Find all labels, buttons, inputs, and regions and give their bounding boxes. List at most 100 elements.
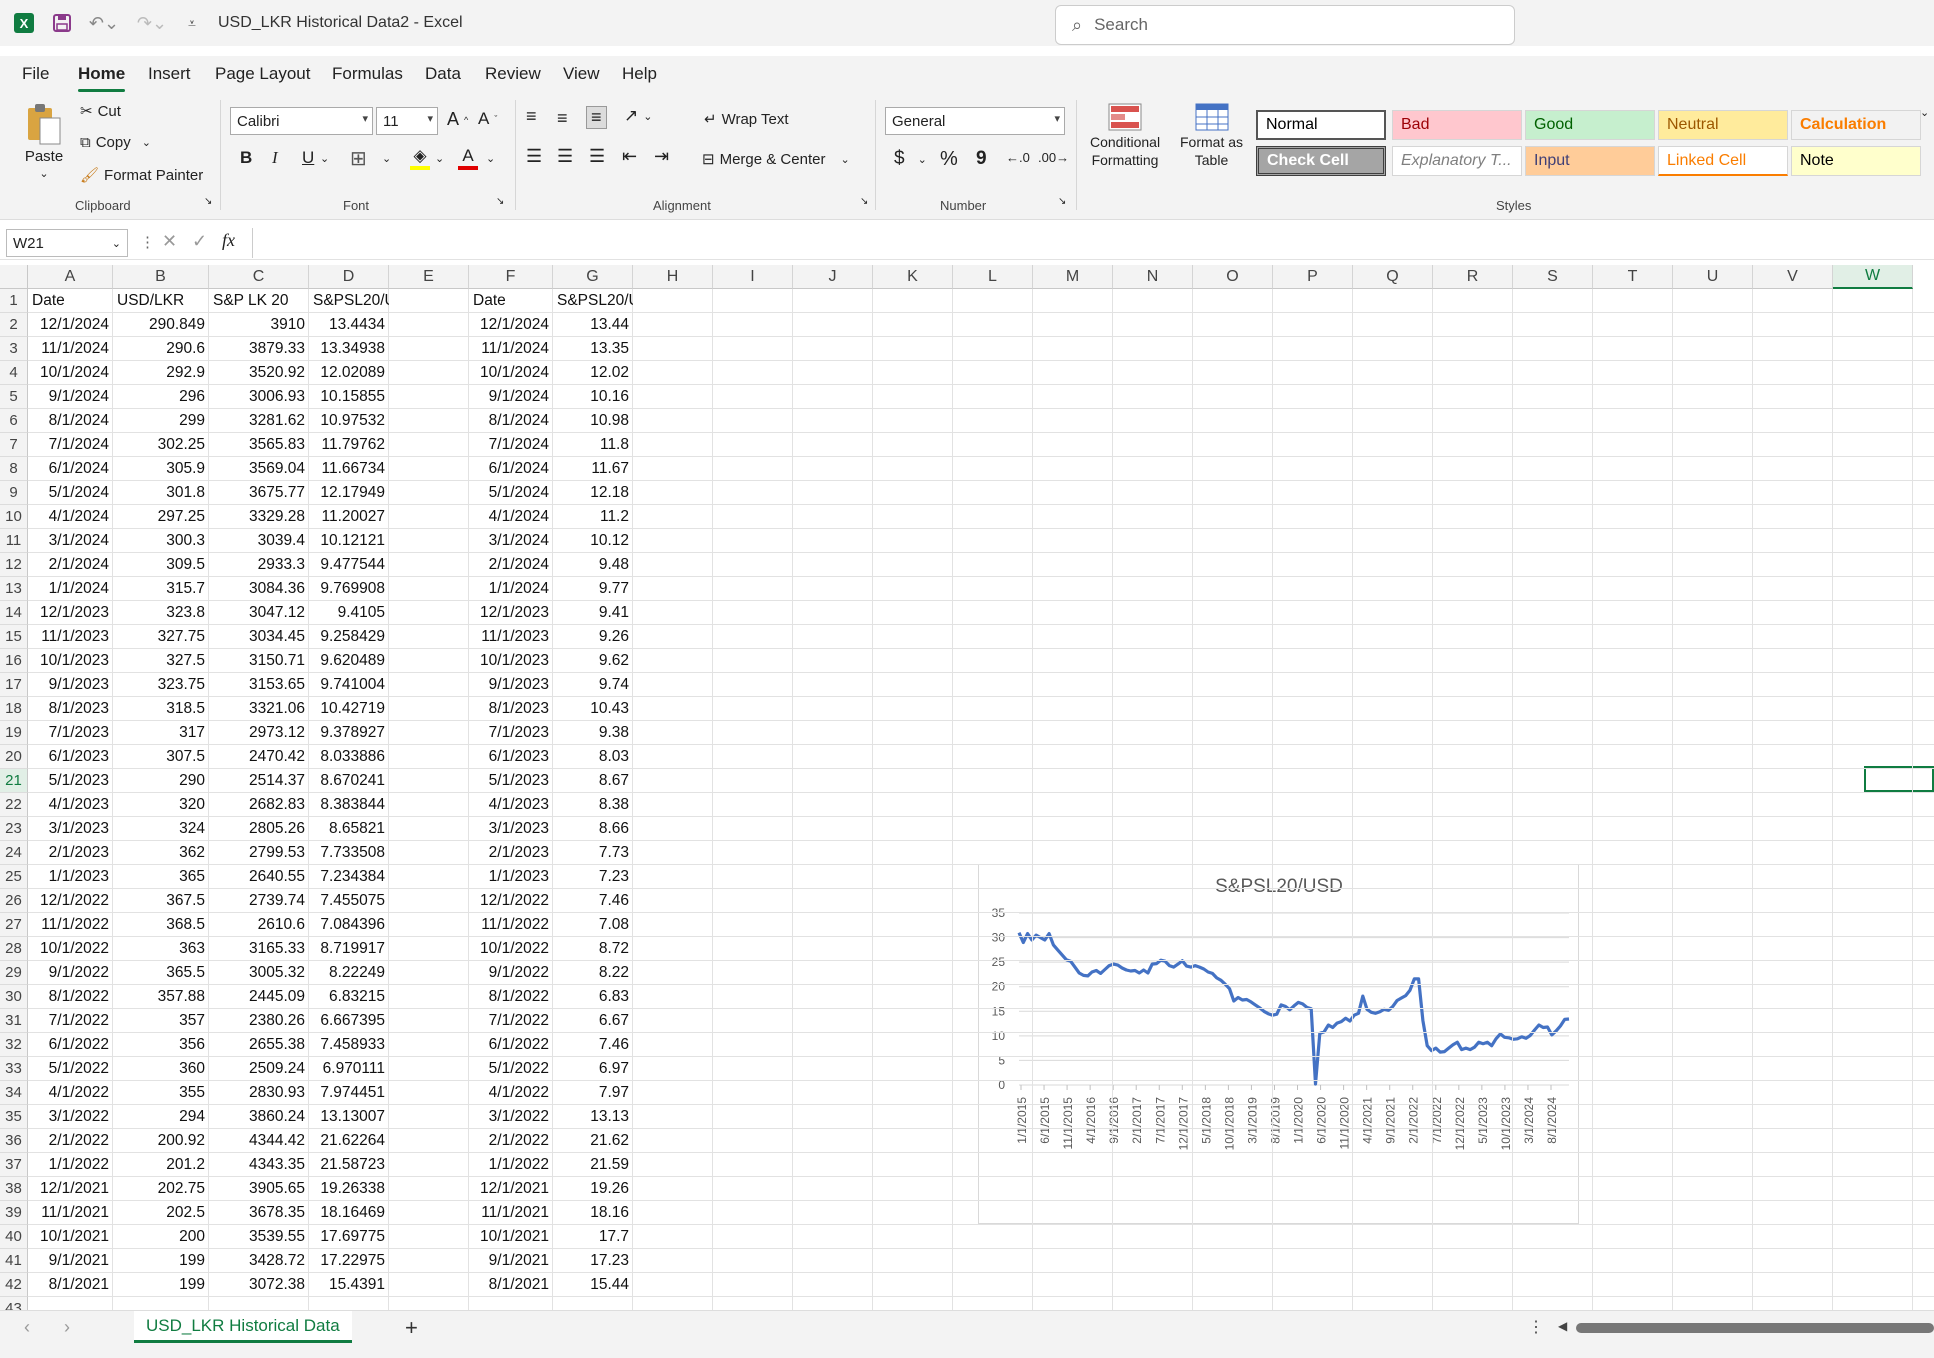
next-sheet-icon[interactable]: › <box>64 1317 70 1338</box>
cell-b33[interactable]: 360 <box>113 1057 209 1081</box>
row-header-33[interactable]: 33 <box>0 1057 28 1081</box>
cell-g42[interactable]: 15.44 <box>553 1273 633 1297</box>
cell-g29[interactable]: 8.22 <box>553 961 633 985</box>
cell-a26[interactable]: 12/1/2022 <box>28 889 113 913</box>
row-header-30[interactable]: 30 <box>0 985 28 1009</box>
column-header-h[interactable]: H <box>633 265 713 289</box>
cell-a29[interactable]: 9/1/2022 <box>28 961 113 985</box>
row-header-12[interactable]: 12 <box>0 553 28 577</box>
cell-d2[interactable]: 13.4434 <box>309 313 389 337</box>
style-input[interactable]: Input <box>1525 146 1655 176</box>
redo-icon[interactable]: ↷⌄ <box>134 8 170 38</box>
cell-a16[interactable]: 10/1/2023 <box>28 649 113 673</box>
decrease-font-size-icon[interactable]: Aˇ <box>478 109 497 129</box>
cell-b8[interactable]: 305.9 <box>113 457 209 481</box>
cell-c30[interactable]: 2445.09 <box>209 985 309 1009</box>
cell-f29[interactable]: 9/1/2022 <box>469 961 553 985</box>
row-header-7[interactable]: 7 <box>0 433 28 457</box>
cell-a31[interactable]: 7/1/2022 <box>28 1009 113 1033</box>
style-note[interactable]: Note <box>1791 146 1921 176</box>
cell-f11[interactable]: 3/1/2024 <box>469 529 553 553</box>
paste-button[interactable]: Paste ⌄ <box>24 102 64 180</box>
increase-indent-icon[interactable]: ⇥ <box>654 146 669 167</box>
borders-chevron-icon[interactable]: ⌄ <box>382 152 391 165</box>
cell-b14[interactable]: 323.8 <box>113 601 209 625</box>
cell-f25[interactable]: 1/1/2023 <box>469 865 553 889</box>
column-header-u[interactable]: U <box>1673 265 1753 289</box>
row-header-24[interactable]: 24 <box>0 841 28 865</box>
column-header-r[interactable]: R <box>1433 265 1513 289</box>
row-header-10[interactable]: 10 <box>0 505 28 529</box>
cell-f18[interactable]: 8/1/2023 <box>469 697 553 721</box>
cell-g2[interactable]: 13.44 <box>553 313 633 337</box>
row-header-18[interactable]: 18 <box>0 697 28 721</box>
worksheet-grid[interactable]: S&PSL20/USD 0 5 10 15 20 25 30 35 1/1/2015 6/1/201… <box>0 265 1934 1310</box>
number-format-select[interactable]: General ▾ <box>885 107 1065 135</box>
cell-a21[interactable]: 5/1/2023 <box>28 769 113 793</box>
cell-g17[interactable]: 9.74 <box>553 673 633 697</box>
menu-insert[interactable]: Insert <box>148 64 191 84</box>
horizontal-scrollbar[interactable] <box>1576 1323 1934 1333</box>
cell-g23[interactable]: 8.66 <box>553 817 633 841</box>
cell-d17[interactable]: 9.741004 <box>309 673 389 697</box>
cell-d1[interactable]: S&PSL20/USD <box>309 289 389 313</box>
align-top-icon[interactable]: ≡ <box>526 106 537 127</box>
cell-f22[interactable]: 4/1/2023 <box>469 793 553 817</box>
column-header-a[interactable]: A <box>28 265 113 289</box>
formula-input[interactable] <box>252 228 1934 258</box>
column-header-m[interactable]: M <box>1033 265 1113 289</box>
cell-b11[interactable]: 300.3 <box>113 529 209 553</box>
cell-f10[interactable]: 4/1/2024 <box>469 505 553 529</box>
cell-f23[interactable]: 3/1/2023 <box>469 817 553 841</box>
cell-d18[interactable]: 10.42719 <box>309 697 389 721</box>
cell-f19[interactable]: 7/1/2023 <box>469 721 553 745</box>
cell-f37[interactable]: 1/1/2022 <box>469 1153 553 1177</box>
cell-b15[interactable]: 327.75 <box>113 625 209 649</box>
cell-b1[interactable]: USD/LKR <box>113 289 209 313</box>
italic-button[interactable]: I <box>272 148 278 168</box>
cell-c14[interactable]: 3047.12 <box>209 601 309 625</box>
cell-a4[interactable]: 10/1/2024 <box>28 361 113 385</box>
underline-chevron-icon[interactable]: ⌄ <box>320 152 329 165</box>
increase-font-size-icon[interactable]: A ^ <box>447 109 468 130</box>
style-good[interactable]: Good <box>1525 110 1655 140</box>
cell-c39[interactable]: 3678.35 <box>209 1201 309 1225</box>
row-header-15[interactable]: 15 <box>0 625 28 649</box>
cell-a1[interactable]: Date <box>28 289 113 313</box>
cell-g4[interactable]: 12.02 <box>553 361 633 385</box>
cell-c18[interactable]: 3321.06 <box>209 697 309 721</box>
cell-g26[interactable]: 7.46 <box>553 889 633 913</box>
wrap-text-button[interactable]: ↵ Wrap Text <box>704 110 789 129</box>
cell-c40[interactable]: 3539.55 <box>209 1225 309 1249</box>
font-launcher-icon[interactable]: ↘ <box>496 196 504 207</box>
menu-page-layout[interactable]: Page Layout <box>215 64 310 84</box>
cell-d30[interactable]: 6.83215 <box>309 985 389 1009</box>
row-header-28[interactable]: 28 <box>0 937 28 961</box>
cell-d6[interactable]: 10.97532 <box>309 409 389 433</box>
cell-d7[interactable]: 11.79762 <box>309 433 389 457</box>
cell-d20[interactable]: 8.033886 <box>309 745 389 769</box>
row-header-26[interactable]: 26 <box>0 889 28 913</box>
cell-g6[interactable]: 10.98 <box>553 409 633 433</box>
cell-a30[interactable]: 8/1/2022 <box>28 985 113 1009</box>
orientation-icon[interactable]: ↗ ⌄ <box>624 106 652 126</box>
cell-b19[interactable]: 317 <box>113 721 209 745</box>
cell-a20[interactable]: 6/1/2023 <box>28 745 113 769</box>
column-header-w[interactable]: W <box>1833 265 1913 289</box>
menu-review[interactable]: Review <box>485 64 541 84</box>
cell-d21[interactable]: 8.670241 <box>309 769 389 793</box>
cell-f8[interactable]: 6/1/2024 <box>469 457 553 481</box>
style-explanatory-t[interactable]: Explanatory T... <box>1392 146 1522 176</box>
cell-f40[interactable]: 10/1/2021 <box>469 1225 553 1249</box>
format-painter-button[interactable]: 🖌 Format Painter <box>80 166 203 185</box>
cell-d36[interactable]: 21.62264 <box>309 1129 389 1153</box>
cell-f4[interactable]: 10/1/2024 <box>469 361 553 385</box>
font-color-chevron-icon[interactable]: ⌄ <box>486 152 495 165</box>
cell-a7[interactable]: 7/1/2024 <box>28 433 113 457</box>
row-header-16[interactable]: 16 <box>0 649 28 673</box>
cell-d11[interactable]: 10.12121 <box>309 529 389 553</box>
cell-d12[interactable]: 9.477544 <box>309 553 389 577</box>
cell-g5[interactable]: 10.16 <box>553 385 633 409</box>
cell-a24[interactable]: 2/1/2023 <box>28 841 113 865</box>
cell-f13[interactable]: 1/1/2024 <box>469 577 553 601</box>
